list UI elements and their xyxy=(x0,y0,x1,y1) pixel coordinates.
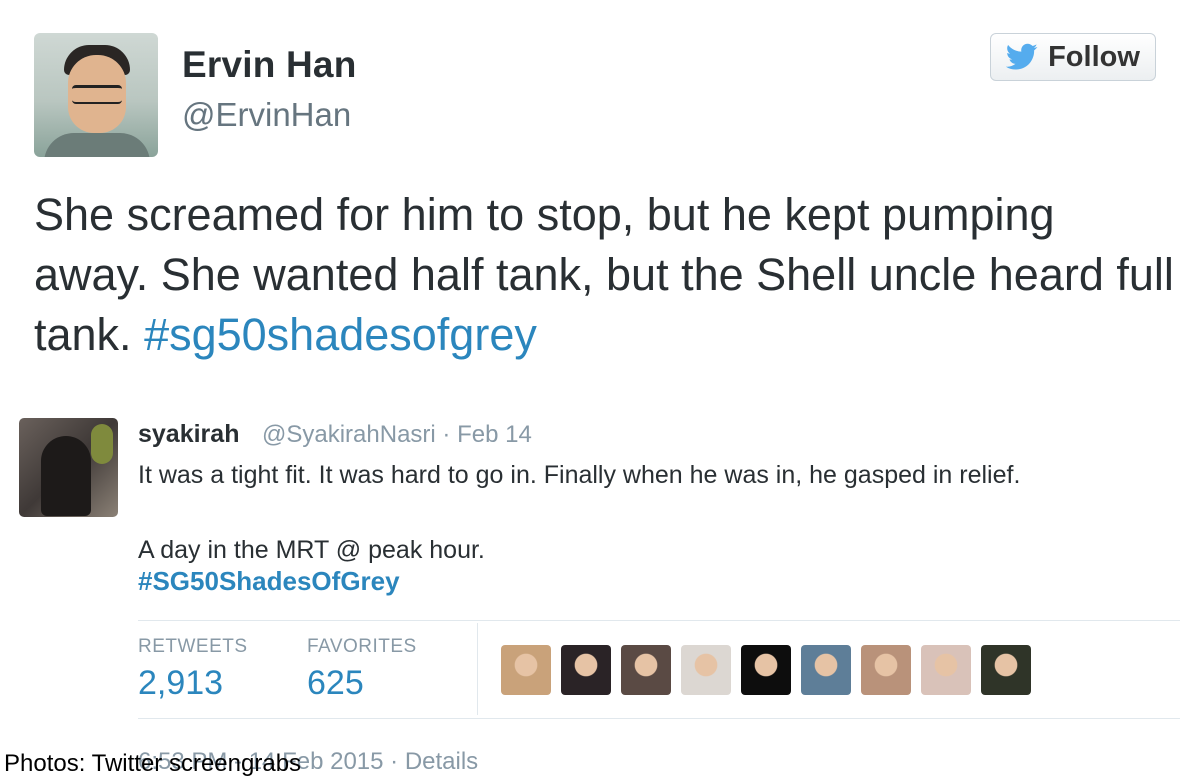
embedded-avatar[interactable] xyxy=(19,418,118,517)
tweet-text: She screamed for him to stop, but he kep… xyxy=(34,185,1174,365)
favoriter-avatar-icon[interactable] xyxy=(921,645,971,695)
favorites-count: 625 xyxy=(307,664,364,702)
follow-label: Follow xyxy=(1048,40,1140,73)
embedded-hashtag-link[interactable]: #SG50ShadesOfGrey xyxy=(138,566,400,597)
author-handle[interactable]: @ErvinHan xyxy=(182,96,351,134)
favoriter-avatar-icon[interactable] xyxy=(621,645,671,695)
stats-divider-bottom xyxy=(138,718,1180,719)
author-avatar[interactable] xyxy=(34,33,158,157)
retweets-label: RETWEETS xyxy=(138,636,248,657)
favoriters-list xyxy=(501,645,1031,695)
favoriter-avatar-icon[interactable] xyxy=(681,645,731,695)
photo-caption: Photos: Twitter screengrabs xyxy=(4,750,302,777)
embedded-author-name[interactable]: syakirah xyxy=(138,420,239,449)
embedded-text: It was a tight fit. It was hard to go in… xyxy=(138,457,1188,569)
embedded-line-2: A day in the MRT @ peak hour. xyxy=(138,536,485,564)
favoriter-avatar-icon[interactable] xyxy=(801,645,851,695)
embedded-handle-date[interactable]: @SyakirahNasri · Feb 14 xyxy=(262,421,532,449)
embedded-line-1: It was a tight fit. It was hard to go in… xyxy=(138,461,1021,489)
stats-divider-vertical xyxy=(477,623,478,715)
retweets-stat[interactable]: RETWEETS 2,913 xyxy=(138,636,248,703)
retweets-count: 2,913 xyxy=(138,664,224,702)
favoriter-avatar-icon[interactable] xyxy=(861,645,911,695)
favoriter-avatar-icon[interactable] xyxy=(741,645,791,695)
favoriter-avatar-icon[interactable] xyxy=(981,645,1031,695)
favoriter-avatar-icon[interactable] xyxy=(561,645,611,695)
stats-divider-top xyxy=(138,620,1180,621)
author-name[interactable]: Ervin Han xyxy=(182,44,357,86)
favorites-label: FAVORITES xyxy=(307,636,417,657)
twitter-bird-icon xyxy=(1006,43,1038,70)
tweet-hashtag-link[interactable]: #sg50shadesofgrey xyxy=(144,309,537,360)
favorites-stat[interactable]: FAVORITES 625 xyxy=(307,636,417,703)
favoriter-avatar-icon[interactable] xyxy=(501,645,551,695)
follow-button[interactable]: Follow xyxy=(990,33,1156,81)
